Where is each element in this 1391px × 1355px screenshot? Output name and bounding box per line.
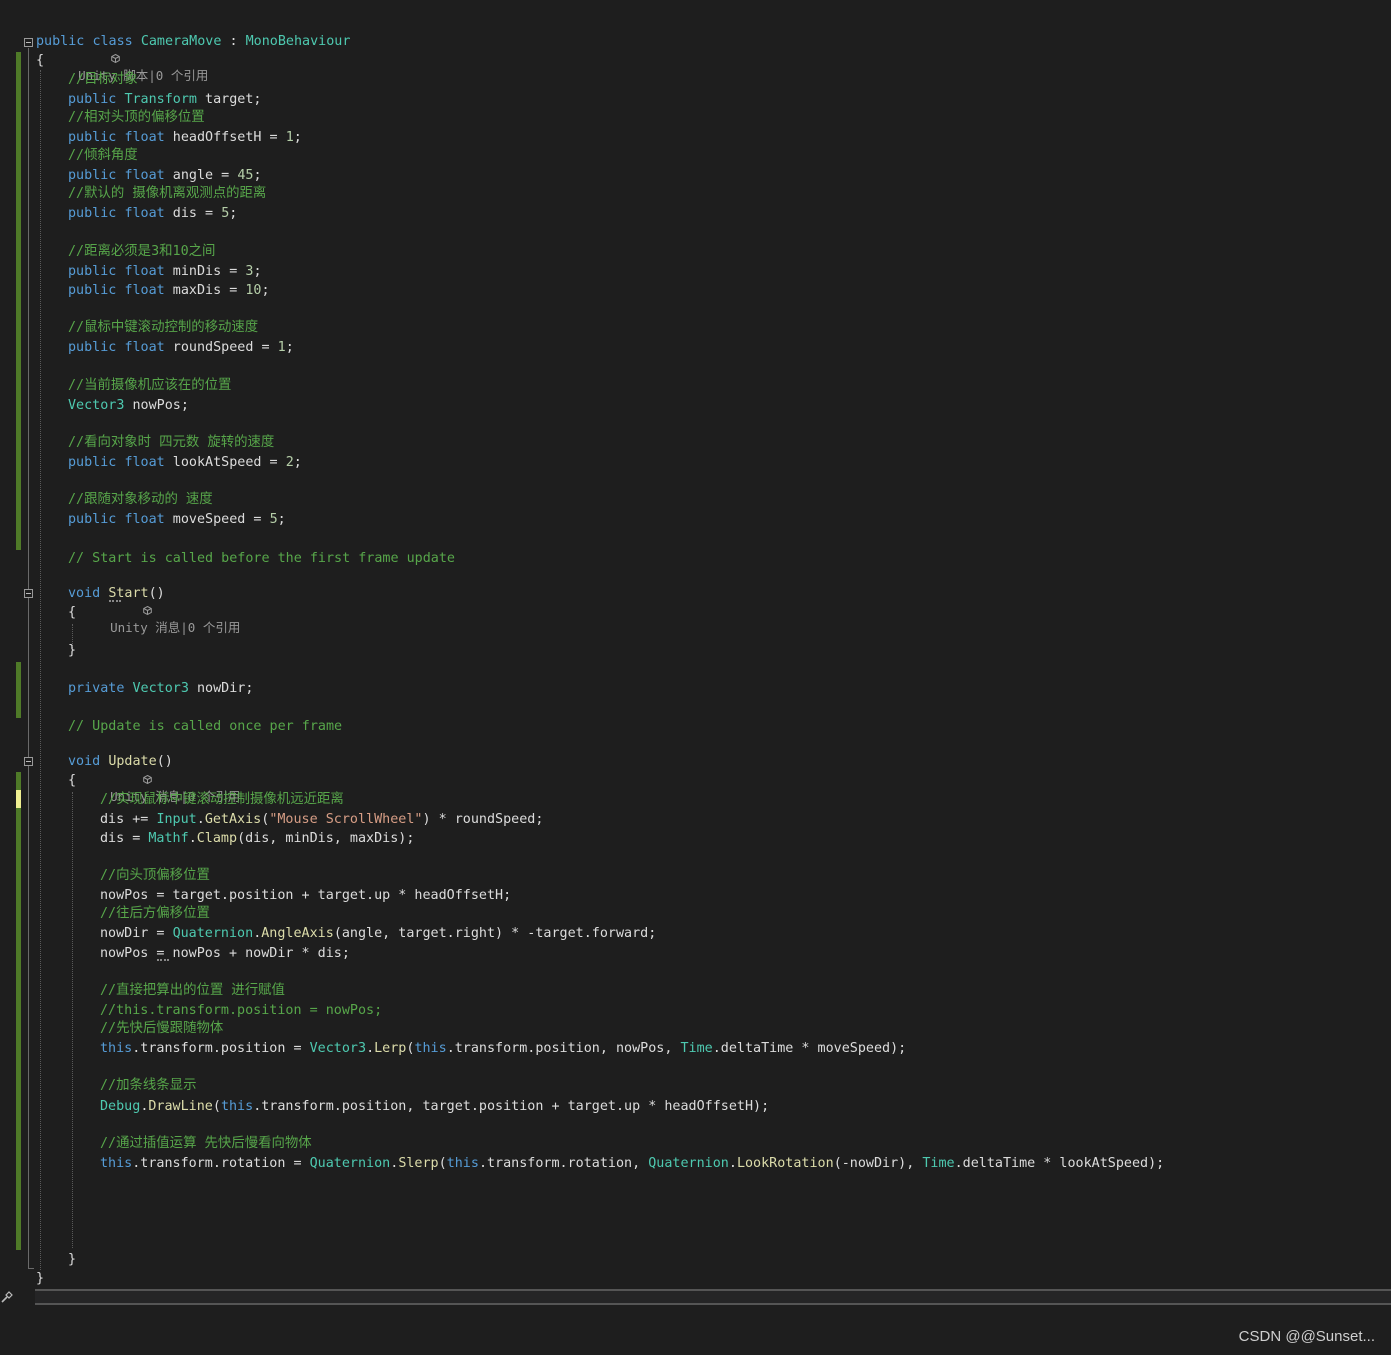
code-line[interactable]: { (68, 603, 76, 622)
code-line[interactable]: } (68, 641, 76, 660)
change-bar (16, 52, 21, 550)
code-line[interactable]: Vector3 nowPos; (68, 396, 189, 415)
code-line[interactable]: dis = Mathf.Clamp(dis, minDis, maxDis); (100, 829, 414, 848)
code-line[interactable]: private Vector3 nowDir; (68, 679, 253, 698)
code-line[interactable]: public float headOffsetH = 1; (68, 128, 302, 147)
change-bar (16, 662, 21, 718)
code-line[interactable]: nowPos = target.position + target.up * h… (100, 886, 511, 905)
indent-guide (72, 792, 73, 1248)
code-line[interactable]: void Start() (68, 584, 165, 603)
code-comment[interactable]: //倾斜角度 (68, 146, 138, 165)
code-line[interactable]: } (36, 1269, 44, 1288)
code-comment[interactable]: //加条线条显示 (100, 1076, 196, 1095)
code-line[interactable]: void Update() (68, 752, 173, 771)
code-comment[interactable]: //默认的 摄像机离观测点的距离 (68, 184, 266, 203)
code-comment[interactable]: //先快后慢跟随物体 (100, 1019, 223, 1038)
code-comment[interactable]: //看向对象时 四元数 旋转的速度 (68, 433, 274, 452)
collapse-box-icon[interactable] (24, 589, 33, 598)
code-line[interactable]: public float minDis = 3; (68, 262, 262, 281)
code-editor[interactable]: Unity 脚本|0 个引用 public class CameraMove :… (0, 0, 1391, 1310)
code-line[interactable]: public float lookAtSpeed = 2; (68, 453, 302, 472)
code-line[interactable]: { (68, 771, 76, 790)
code-line[interactable]: { (36, 51, 44, 70)
change-bar-unsaved (16, 790, 21, 808)
watermark: CSDN @@Sunset... (1238, 1328, 1375, 1345)
code-line[interactable]: public float angle = 45; (68, 166, 262, 185)
collapse-box-icon[interactable] (24, 757, 33, 766)
code-line[interactable]: dis += Input.GetAxis("Mouse ScrollWheel"… (100, 810, 543, 829)
code-comment[interactable]: //相对头顶的偏移位置 (68, 108, 205, 127)
code-line[interactable]: this.transform.position = Vector3.Lerp(t… (100, 1039, 906, 1058)
outline-line (28, 1268, 34, 1269)
outline-line (28, 48, 29, 1268)
collapse-box-icon[interactable] (24, 38, 33, 47)
code-comment[interactable]: //通过插值运算 先快后慢看向物体 (100, 1134, 312, 1153)
code-comment[interactable]: //this.transform.position = nowPos; (100, 1001, 382, 1020)
code-line[interactable]: } (68, 1250, 76, 1269)
change-bar (16, 772, 21, 790)
code-line[interactable]: this.transform.rotation = Quaternion.Sle… (100, 1154, 1164, 1173)
code-comment[interactable]: //距离必须是3和10之间 (68, 242, 215, 261)
format-brush-icon[interactable] (0, 1289, 14, 1303)
code-line[interactable]: public float dis = 5; (68, 204, 237, 223)
code-line[interactable]: public float roundSpeed = 1; (68, 338, 294, 357)
code-comment[interactable]: //跟随对象移动的 速度 (68, 490, 213, 509)
code-line[interactable]: public class CameraMove : MonoBehaviour (36, 32, 350, 51)
horizontal-scrollbar[interactable] (35, 1289, 1391, 1305)
code-comment[interactable]: //向头顶偏移位置 (100, 866, 210, 885)
codelens-text: Unity 消息|0 个引用 (110, 620, 241, 635)
code-comment[interactable]: //直接把算出的位置 进行赋值 (100, 981, 285, 1000)
code-comment[interactable]: //当前摄像机应该在的位置 (68, 376, 231, 395)
code-comment[interactable]: // Start is called before the first fram… (68, 549, 455, 568)
code-line[interactable]: public float maxDis = 10; (68, 281, 270, 300)
code-comment[interactable]: //鼠标中键滚动控制的移动速度 (68, 318, 258, 337)
code-line[interactable]: public Transform target; (68, 90, 262, 109)
code-line[interactable]: public float moveSpeed = 5; (68, 510, 286, 529)
code-line[interactable]: nowPos = nowPos + nowDir * dis; (100, 944, 350, 963)
indent-guide (40, 70, 41, 1270)
codelens-start[interactable]: Unity 消息|0 个引用 (68, 568, 240, 635)
code-comment[interactable]: // Update is called once per frame (68, 717, 342, 736)
change-bar (16, 808, 21, 1250)
codelens-class[interactable]: Unity 脚本|0 个引用 (36, 16, 208, 83)
code-line[interactable]: nowDir = Quaternion.AngleAxis(angle, tar… (100, 924, 656, 943)
code-line[interactable]: Debug.DrawLine(this.transform.position, … (100, 1097, 769, 1116)
code-comment[interactable]: //目标对象 (68, 70, 138, 89)
code-comment[interactable]: //实现鼠标中键滚动控制摄像机远近距离 (100, 790, 344, 809)
code-comment[interactable]: //往后方偏移位置 (100, 904, 210, 923)
